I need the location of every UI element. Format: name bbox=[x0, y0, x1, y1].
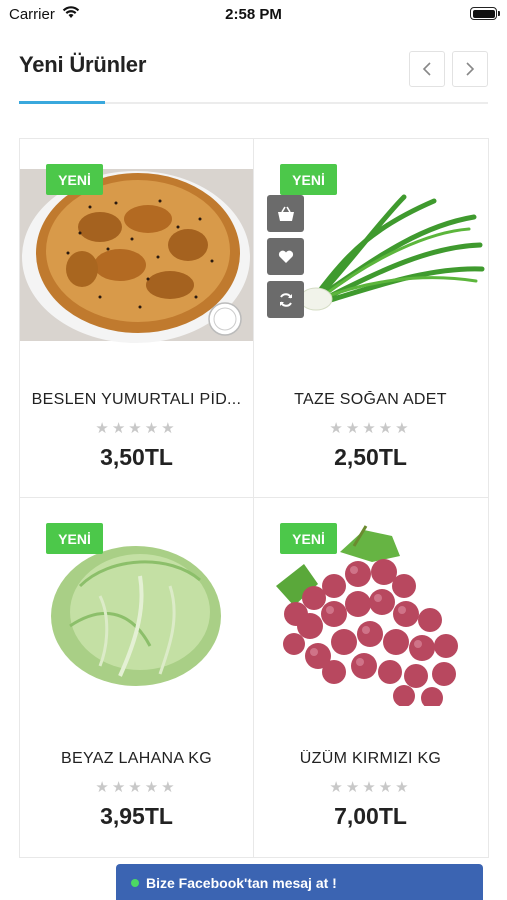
facebook-message-button[interactable]: Bize Facebook'tan mesaj at ! bbox=[116, 864, 483, 900]
section-title: Yeni Ürünler bbox=[19, 52, 147, 77]
refresh-icon bbox=[279, 292, 292, 307]
rating-stars: ★★★★★ bbox=[329, 420, 412, 437]
product-price: 3,50TL bbox=[100, 444, 173, 470]
product-grid: YENİ BESLEN YUMURTALI PİD... ★★★★★ 3,50T… bbox=[19, 138, 489, 858]
section-divider-accent bbox=[19, 101, 105, 104]
product-name[interactable]: BESLEN YUMURTALI PİD... bbox=[20, 391, 253, 409]
chevron-left-icon bbox=[422, 62, 431, 76]
product-price: 2,50TL bbox=[334, 444, 407, 470]
new-badge: YENİ bbox=[280, 164, 337, 195]
basket-icon bbox=[277, 206, 294, 221]
new-badge: YENİ bbox=[46, 523, 103, 554]
online-status-icon bbox=[131, 879, 139, 887]
add-to-cart-button[interactable] bbox=[267, 195, 304, 232]
chevron-right-icon bbox=[466, 62, 475, 76]
rating-stars: ★★★★★ bbox=[95, 779, 178, 796]
quick-actions bbox=[267, 195, 304, 324]
add-to-wishlist-button[interactable] bbox=[267, 238, 304, 275]
product-card[interactable]: YENİ BEYAZ LAHANA KG ★★★★★ 3,95TL bbox=[20, 498, 254, 857]
new-badge: YENİ bbox=[280, 523, 337, 554]
carousel-prev-button[interactable] bbox=[409, 51, 445, 87]
product-name[interactable]: ÜZÜM KIRMIZI KG bbox=[254, 750, 487, 768]
compare-button[interactable] bbox=[267, 281, 304, 318]
product-name[interactable]: TAZE SOĞAN ADET bbox=[254, 391, 487, 409]
product-name[interactable]: BEYAZ LAHANA KG bbox=[20, 750, 253, 768]
status-time: 2:58 PM bbox=[225, 6, 282, 23]
product-card[interactable]: YENİ BESLEN YUMURTALI PİD... ★★★★★ 3,50T… bbox=[20, 139, 254, 498]
new-badge: YENİ bbox=[46, 164, 103, 195]
status-bar: Carrier 2:58 PM bbox=[0, 0, 507, 28]
carousel-next-button[interactable] bbox=[452, 51, 488, 87]
rating-stars: ★★★★★ bbox=[329, 779, 412, 796]
heart-icon bbox=[278, 250, 293, 263]
product-card[interactable]: YENİ TAZE SOĞAN ADET ★★★★★ 2,50TL bbox=[254, 139, 488, 498]
facebook-message-label: Bize Facebook'tan mesaj at ! bbox=[146, 875, 337, 891]
rating-stars: ★★★★★ bbox=[95, 420, 178, 437]
battery-icon bbox=[470, 7, 500, 20]
product-price: 7,00TL bbox=[334, 803, 407, 829]
product-price: 3,95TL bbox=[100, 803, 173, 829]
product-card[interactable]: YENİ ÜZÜM KIRMIZI KG ★★★★★ 7,00TL bbox=[254, 498, 488, 857]
